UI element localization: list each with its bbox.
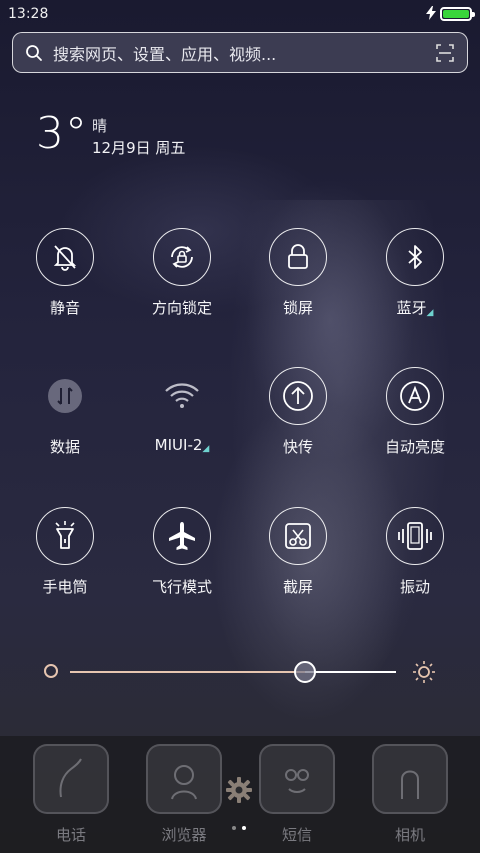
toggle-vibrate-button[interactable]: [386, 507, 444, 565]
toggle-wifi-button[interactable]: [153, 367, 211, 425]
brightness-slider[interactable]: [40, 660, 440, 684]
upload-icon: [283, 381, 313, 411]
toggle-quick-transfer[interactable]: 快传: [243, 367, 353, 457]
toggle-vibrate[interactable]: 振动: [360, 507, 470, 597]
toggle-silent-label: 静音: [49, 299, 80, 317]
toggle-rotation-lock[interactable]: 方向锁定: [127, 228, 237, 318]
search-bar[interactable]: 搜索网页、设置、应用、视频...: [12, 32, 468, 73]
screenshot-icon: [285, 523, 311, 549]
toggle-bluetooth-button[interactable]: [386, 228, 444, 286]
app-camera-label: 相机: [394, 826, 425, 844]
search-icon: [26, 44, 42, 61]
toggle-rotation-lock-label: 方向锁定: [151, 299, 212, 317]
toggle-rotation-lock-button[interactable]: [153, 228, 211, 286]
toggle-auto-brightness[interactable]: 自动亮度: [360, 367, 470, 457]
toggle-wifi[interactable]: MIUI-2◢: [127, 367, 237, 454]
app-phone[interactable]: 电话: [31, 744, 111, 845]
brightness-fill: [70, 671, 305, 673]
toggle-flashlight-button[interactable]: [36, 507, 94, 565]
toggle-bluetooth[interactable]: 蓝牙◢: [360, 228, 470, 318]
vibrate-icon: [398, 522, 432, 550]
brightness-thumb[interactable]: [293, 661, 316, 683]
status-bar: 13:28: [0, 0, 480, 28]
app-browser-label: 浏览器: [161, 826, 207, 844]
camera-app-icon[interactable]: [372, 744, 448, 814]
brightness-track[interactable]: [70, 661, 396, 683]
toggle-lock-screen[interactable]: 锁屏: [243, 228, 353, 318]
battery-icon: [440, 7, 475, 21]
toggle-quick-transfer-label: 快传: [282, 438, 313, 456]
phone-app-icon[interactable]: [33, 744, 109, 814]
bluetooth-icon: [408, 245, 422, 269]
charging-icon: [426, 5, 436, 23]
toggle-lock-screen-label: 锁屏: [282, 299, 313, 317]
toggle-wifi-label: MIUI-2◢: [154, 436, 210, 454]
page-dot: [232, 826, 236, 830]
brightness-max-icon: [413, 661, 435, 683]
toggle-data-label: 数据: [49, 438, 80, 456]
toggle-flashlight[interactable]: 手电筒: [10, 507, 120, 597]
browser-app-icon[interactable]: [146, 744, 222, 814]
weather-temperature: 3°: [36, 108, 88, 159]
status-time: 13:28: [8, 6, 49, 22]
flashlight-icon: [55, 521, 75, 549]
toggle-airplane-button[interactable]: [153, 507, 211, 565]
toggle-auto-brightness-label: 自动亮度: [384, 438, 445, 456]
auto-brightness-icon: [400, 381, 430, 411]
toggle-silent[interactable]: 静音: [10, 228, 120, 318]
toggle-airplane[interactable]: 飞行模式: [127, 507, 237, 597]
app-messages-label: 短信: [281, 826, 312, 844]
toggle-vibrate-label: 振动: [399, 578, 430, 596]
toggle-screenshot[interactable]: 截屏: [243, 507, 353, 597]
battery-level: [443, 10, 469, 18]
toggle-lock-screen-button[interactable]: [269, 228, 327, 286]
wifi-icon: [165, 383, 199, 408]
toggle-flashlight-label: 手电筒: [42, 578, 88, 596]
messages-app-icon[interactable]: [259, 744, 335, 814]
toggle-quick-transfer-button[interactable]: [269, 367, 327, 425]
toggle-silent-button[interactable]: [36, 228, 94, 286]
page-indicator: [232, 826, 246, 830]
scan-icon[interactable]: [435, 43, 455, 63]
airplane-icon: [169, 522, 195, 550]
toggle-auto-brightness-button[interactable]: [386, 367, 444, 425]
app-camera[interactable]: 相机: [370, 744, 450, 845]
app-browser[interactable]: 浏览器: [144, 744, 224, 845]
data-icon: [48, 379, 82, 413]
toggle-data[interactable]: 数据: [10, 367, 120, 457]
rotation-lock-icon: [171, 246, 193, 268]
toggle-screenshot-button[interactable]: [269, 507, 327, 565]
brightness-min-icon: [44, 664, 58, 678]
page-dot-active: [242, 826, 246, 830]
toggle-bluetooth-label: 蓝牙◢: [396, 299, 434, 318]
toggle-airplane-label: 飞行模式: [151, 578, 212, 596]
weather-date: 12月9日 周五: [92, 139, 186, 157]
weather-condition: 晴: [92, 117, 108, 135]
app-phone-label: 电话: [55, 826, 86, 844]
toggle-data-button[interactable]: [36, 367, 94, 425]
status-right: [426, 5, 475, 23]
lock-icon: [288, 244, 308, 269]
bell-off-icon: [53, 245, 77, 271]
toggle-screenshot-label: 截屏: [282, 578, 313, 596]
search-placeholder: 搜索网页、设置、应用、视频...: [53, 44, 277, 64]
gear-icon[interactable]: [225, 776, 253, 804]
app-messages[interactable]: 短信: [257, 744, 337, 845]
